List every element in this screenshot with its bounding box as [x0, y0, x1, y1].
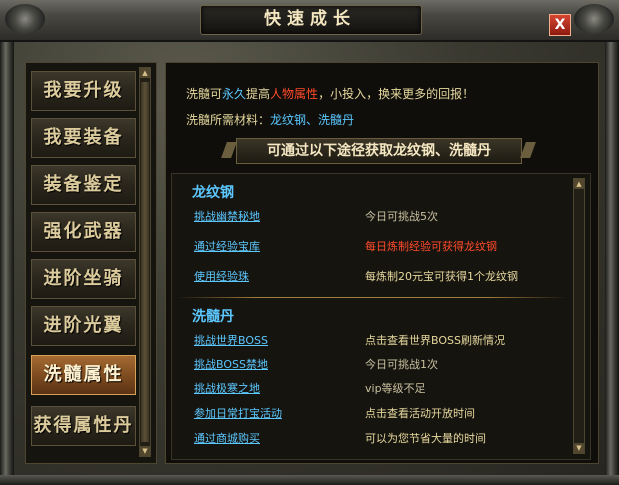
link-shop-purchase[interactable]: 通过商城购买: [194, 430, 260, 446]
frame-bottom: [0, 475, 619, 485]
scroll-thumb[interactable]: [141, 82, 149, 442]
desc-vip-insufficient: vip等级不足: [365, 382, 426, 395]
chevron-up-icon[interactable]: ▲: [140, 68, 150, 78]
nav-item-attribute-pill[interactable]: 获得属性丹: [31, 406, 136, 446]
intro-text: 洗髓可永久提高人物属性，小投入，换来更多的回报！: [186, 85, 474, 102]
banner-cap-left: [221, 142, 237, 158]
chevron-down-icon[interactable]: ▼: [574, 443, 584, 453]
title-bar: 快速成长 X: [0, 0, 619, 42]
link-exp-treasury[interactable]: 通过经验宝库: [194, 238, 260, 254]
chevron-up-icon[interactable]: ▲: [574, 179, 584, 189]
link-frozen-land[interactable]: 挑战极寒之地: [194, 380, 260, 396]
nav-item-advance-mount[interactable]: 进阶坐骑: [31, 259, 136, 299]
link-daily-treasure-event[interactable]: 参加日常打宝活动: [194, 405, 282, 421]
nav-item-level-up[interactable]: 我要升级: [31, 71, 136, 111]
link-challenge-secret-land[interactable]: 挑战幽禁秘地: [194, 208, 260, 224]
banner-cap-right: [520, 142, 536, 158]
dragon-ornament-icon: [5, 4, 45, 34]
desc-world-boss: 点击查看世界BOSS刷新情况: [365, 334, 505, 347]
link-use-exp-orb[interactable]: 使用经验珠: [194, 268, 249, 284]
sources-list: 龙纹钢 挑战幽禁秘地 今日可挑战5次 通过经验宝库 每日炼制经验可获得龙纹钢 使…: [171, 173, 591, 460]
dragon-ornament-icon: [574, 4, 614, 34]
intro-part: 洗髓可: [186, 87, 223, 101]
desc-boss-forbidden-land: 今日可挑战1次: [365, 358, 438, 371]
window-title: 快速成长: [264, 9, 356, 29]
desc-save-time: 可以为您节省大量的时间: [365, 432, 486, 445]
nav-item-advance-wings[interactable]: 进阶光翼: [31, 306, 136, 346]
desc-event-times: 点击查看活动开放时间: [365, 407, 475, 420]
materials-text: 洗髓所需材料：龙纹钢、洗髓丹: [186, 111, 354, 128]
section-divider: [177, 297, 567, 298]
intro-part: ，小投入，换来更多的回报！: [318, 87, 475, 101]
section-title-marrow-pill: 洗髓丹: [192, 309, 234, 325]
desc-exp-treasury: 每日炼制经验可获得龙纹钢: [365, 240, 497, 253]
intro-part: 提高: [246, 87, 271, 101]
desc-challenge-count: 今日可挑战5次: [365, 210, 438, 223]
link-world-boss[interactable]: 挑战世界BOSS: [194, 332, 268, 348]
content-panel: 洗髓可永久提高人物属性，小投入，换来更多的回报！ 洗髓所需材料：龙纹钢、洗髓丹 …: [165, 62, 599, 464]
nav-panel: 我要升级 我要装备 装备鉴定 强化武器 进阶坐骑 进阶光翼 洗髓属性 获得属性丹…: [25, 62, 157, 464]
link-boss-forbidden-land[interactable]: 挑战BOSS禁地: [194, 356, 268, 372]
frame-left: [0, 30, 14, 485]
close-button[interactable]: X: [549, 14, 571, 36]
desc-exp-orb: 每炼制20元宝可获得1个龙纹钢: [365, 270, 518, 283]
frame-right: [605, 30, 619, 485]
intro-highlight-permanent: 永久: [222, 87, 247, 101]
nav-item-marrow-attributes[interactable]: 洗髓属性: [31, 355, 136, 395]
nav-item-equipment-appraisal[interactable]: 装备鉴定: [31, 165, 136, 205]
sources-banner: 可通过以下途径获取龙纹钢、洗髓丹: [236, 138, 522, 164]
quick-growth-window: 快速成长 X 我要升级 我要装备 装备鉴定 强化武器 进阶坐骑 进阶光翼 洗髓属…: [0, 0, 619, 485]
nav-item-enhance-weapon[interactable]: 强化武器: [31, 212, 136, 252]
materials-value: 龙纹钢、洗髓丹: [270, 113, 355, 127]
nav-scrollbar[interactable]: ▲ ▼: [139, 67, 151, 457]
intro-highlight-attributes: 人物属性: [270, 87, 319, 101]
section-title-dragon-steel: 龙纹钢: [192, 185, 234, 201]
nav-item-get-equipment[interactable]: 我要装备: [31, 118, 136, 158]
chevron-down-icon[interactable]: ▼: [140, 446, 150, 456]
list-scrollbar[interactable]: ▲ ▼: [573, 178, 585, 454]
materials-label: 洗髓所需材料：: [186, 113, 271, 127]
